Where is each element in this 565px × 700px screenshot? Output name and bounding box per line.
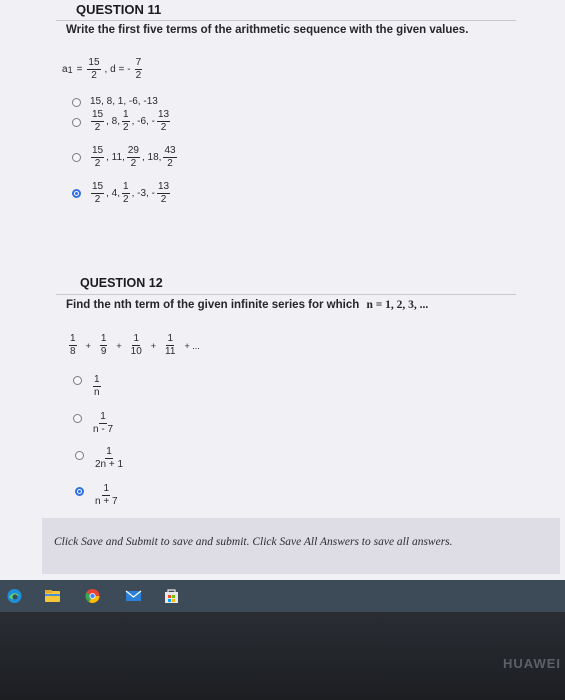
question-11-title: QUESTION 11 [76,2,162,17]
a-subscript: 1 [67,64,73,75]
series-term-2: 19 [99,333,108,357]
equals-sign: = [76,64,83,75]
infinite-series: 18 + 19 + 1 10 + 1 11 + ... [69,333,200,357]
q12-option-b-label: 1n - 7 [93,411,114,435]
q12-option-b-radio[interactable] [73,414,82,423]
edge-icon[interactable] [6,588,23,604]
q12-option-c-label: 1 2n + 1 [95,446,124,470]
submit-instructions: Click Save and Submit to save and submit… [54,536,453,548]
q11-option-c-radio[interactable] [72,153,81,162]
divider [56,20,516,21]
q11-option-b-radio[interactable] [72,118,81,127]
q11-option-a-radio[interactable] [72,98,81,107]
question-12-title: QUESTION 12 [80,276,163,290]
d-label: , d = [104,64,125,75]
d-sign: - [127,64,131,75]
given-values: a 1 = 15 2 , d = - 7 2 [62,58,143,81]
series-term-1: 18 [69,333,77,357]
question-12-prompt: Find the nth term of the given infinite … [66,299,428,311]
q11-option-c-label: 15 2 , 11, 29 2 , 18, 43 2 [91,145,177,169]
prompt-values: n = 1, 2, 3, ... [366,299,429,311]
browser-content: QUESTION 11 Write the first five terms o… [0,0,565,580]
q11-option-d-radio[interactable] [72,189,81,198]
chrome-icon[interactable] [84,588,101,604]
q12-option-c-radio[interactable] [75,451,84,460]
file-explorer-icon[interactable] [44,588,61,604]
brand-logo: HUAWEI [503,656,561,671]
taskbar [0,580,565,612]
laptop-bezel: HUAWEI [0,612,565,700]
q12-option-d-label: 1n + 7 [95,483,118,507]
store-icon[interactable] [163,588,180,604]
q12-option-d-radio[interactable] [75,487,84,496]
a1-fraction: 15 2 [87,57,101,81]
mail-icon[interactable] [125,588,142,604]
question-11-prompt: Write the first five terms of the arithm… [66,24,469,36]
submit-instructions-bar: Click Save and Submit to save and submit… [42,518,560,574]
q12-option-a-label: 1n [93,374,101,398]
prompt-text: Find the nth term of the given infinite … [66,299,360,311]
series-term-4: 1 11 [165,333,176,357]
series-term-3: 1 10 [130,333,142,357]
q11-option-b-label: 15 2 , 8, 12 , -6, - 13 2 [91,109,171,133]
q11-option-d-label: 15 2 , 4, 12 , -3, - 13 2 [91,181,171,205]
divider [56,294,516,295]
q11-option-a-label: 15, 8, 1, -6, -13 [90,96,158,107]
q12-option-a-radio[interactable] [73,376,82,385]
d-fraction: 7 2 [134,57,143,81]
